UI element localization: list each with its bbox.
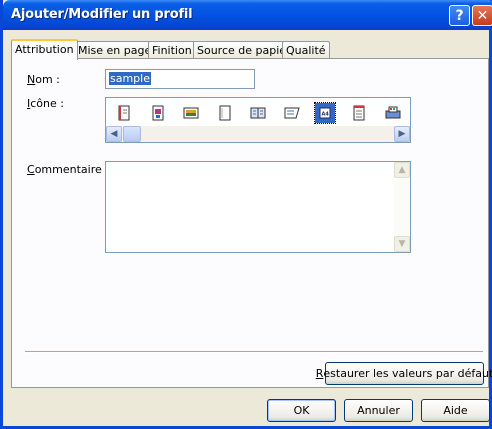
tab-mise-en-page[interactable]: Mise en page bbox=[74, 41, 156, 59]
tab-source-de-papier[interactable]: Source de papier bbox=[193, 41, 295, 59]
name-label: Nom : bbox=[27, 73, 60, 86]
title-bar: Ajouter/Modifier un profil ? ✕ bbox=[3, 0, 492, 30]
scroll-down-icon[interactable]: ▼ bbox=[394, 236, 410, 252]
comment-textarea[interactable]: ▲ ▼ bbox=[105, 161, 411, 253]
comment-vertical-scrollbar[interactable]: ▲ ▼ bbox=[394, 162, 410, 252]
printer-color-icon[interactable] bbox=[383, 103, 403, 123]
document-folded-icon[interactable] bbox=[282, 103, 302, 123]
document-color-icon[interactable] bbox=[148, 103, 168, 123]
comment-label: Commentaire : bbox=[27, 163, 109, 176]
scroll-up-icon[interactable]: ▲ bbox=[394, 162, 410, 178]
close-icon[interactable]: ✕ bbox=[472, 5, 492, 26]
help-icon[interactable]: ? bbox=[449, 5, 470, 26]
ok-button[interactable]: OK bbox=[267, 399, 336, 422]
name-input-value: sample bbox=[109, 72, 151, 85]
svg-text:A4: A4 bbox=[322, 112, 330, 118]
image-photo-icon[interactable] bbox=[181, 103, 201, 123]
cancel-button[interactable]: Annuler bbox=[344, 399, 413, 422]
window-title: Ajouter/Modifier un profil bbox=[11, 7, 193, 22]
dialog-window: Ajouter/Modifier un profil ? ✕ Attributi… bbox=[0, 0, 492, 429]
restore-defaults-button[interactable]: Restaurer les valeurs par défaut bbox=[316, 362, 492, 385]
tab-attribution[interactable]: Attribution bbox=[11, 39, 78, 60]
document-lines-icon[interactable] bbox=[349, 103, 369, 123]
icon-picker[interactable]: A4 ◀ ▶ bbox=[105, 97, 411, 143]
icon-label: Icône : bbox=[27, 97, 64, 110]
document-blank-icon[interactable] bbox=[215, 103, 235, 123]
booklet-icon[interactable] bbox=[248, 103, 268, 123]
name-input[interactable]: sample bbox=[105, 69, 255, 89]
icon-horizontal-scrollbar[interactable]: ◀ ▶ bbox=[106, 126, 410, 142]
scroll-thumb[interactable] bbox=[123, 126, 141, 142]
divider bbox=[25, 351, 483, 353]
scroll-left-icon[interactable]: ◀ bbox=[106, 126, 122, 142]
document-portrait-icon[interactable] bbox=[114, 103, 134, 123]
paper-a4-icon[interactable]: A4 bbox=[314, 102, 336, 124]
help-button[interactable]: Aide bbox=[421, 399, 490, 422]
tab-qualite[interactable]: Qualité bbox=[282, 41, 330, 59]
tab-finition[interactable]: Finition bbox=[148, 41, 196, 59]
scroll-right-icon[interactable]: ▶ bbox=[394, 126, 410, 142]
